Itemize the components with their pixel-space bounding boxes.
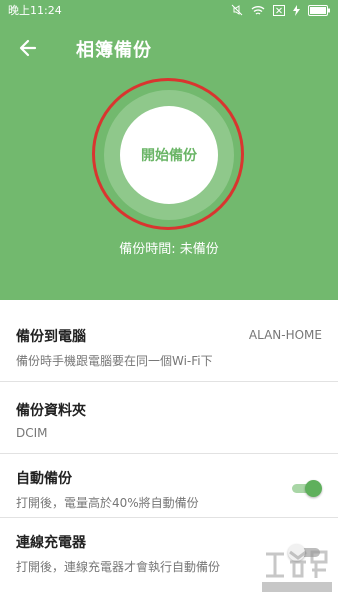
wifi-icon: [251, 5, 265, 15]
battery-icon: [308, 4, 330, 16]
highlight-ring: [92, 78, 244, 230]
setting-subtitle: 備份時手機跟電腦要在同一個Wi-Fi下: [16, 354, 213, 368]
backup-time: 備份時間: 未備份: [119, 242, 219, 257]
setting-auto-backup[interactable]: 自動備份 打開後，電量高於40%將自動備份: [0, 454, 338, 518]
mute-icon: [231, 4, 243, 16]
auto-backup-toggle[interactable]: [288, 480, 322, 497]
header: 相簿備份 開始備份 備份時間: 未備份: [0, 20, 338, 300]
setting-title: 自動備份: [16, 471, 72, 487]
page-title: 相簿備份: [76, 40, 152, 61]
setting-backup-to-pc[interactable]: 備份到電腦 備份時手機跟電腦要在同一個Wi-Fi下 ALAN-HOME: [0, 300, 338, 382]
notification-x-icon: [273, 4, 285, 16]
status-bar: 晚上11:24: [0, 0, 338, 20]
watermark-logo: [262, 550, 332, 592]
toggle-knob: [305, 480, 322, 497]
setting-value: ALAN-HOME: [248, 328, 322, 342]
status-icons: [231, 4, 330, 16]
back-button[interactable]: [18, 38, 42, 58]
setting-subtitle: DCIM: [16, 426, 48, 440]
setting-backup-folder[interactable]: 備份資料夾 DCIM: [0, 382, 338, 454]
status-time: 晚上11:24: [8, 4, 62, 17]
setting-subtitle: 打開後，電量高於40%將自動備份: [16, 496, 199, 510]
charging-icon: [293, 4, 300, 16]
settings-list: 備份到電腦 備份時手機跟電腦要在同一個Wi-Fi下 ALAN-HOME 備份資料…: [0, 300, 338, 578]
back-arrow-icon: [19, 39, 37, 57]
setting-title: 備份資料夾: [16, 403, 86, 419]
